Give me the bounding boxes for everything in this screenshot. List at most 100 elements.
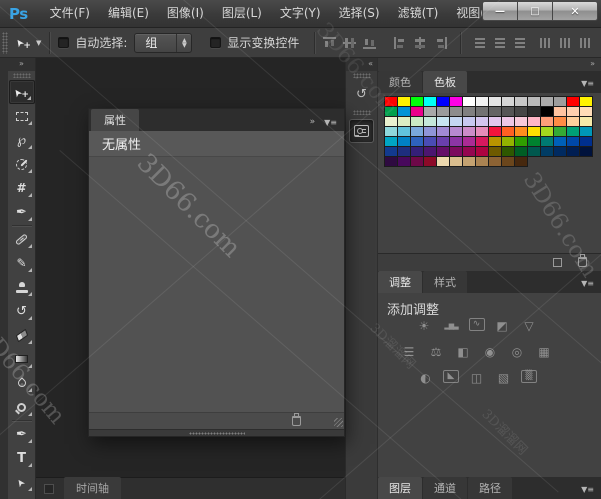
panels-collapse-icon[interactable]: » bbox=[378, 58, 601, 71]
align-horizontal-centers-icon[interactable] bbox=[414, 37, 427, 49]
color-swatch[interactable] bbox=[489, 137, 501, 146]
dock-grip[interactable] bbox=[353, 73, 371, 78]
color-swatch[interactable] bbox=[489, 147, 501, 156]
tab-swatches[interactable]: 色板 bbox=[423, 71, 467, 93]
maximize-button[interactable]: □ bbox=[517, 1, 552, 21]
move-tool[interactable]: ➤+ bbox=[9, 80, 35, 104]
color-swatch[interactable] bbox=[437, 137, 449, 146]
color-swatch[interactable] bbox=[411, 97, 423, 106]
properties-panel-button[interactable] bbox=[349, 119, 374, 143]
color-swatch[interactable] bbox=[528, 117, 540, 126]
color-swatch[interactable] bbox=[424, 127, 436, 136]
distribute-top-edges-icon[interactable] bbox=[474, 37, 487, 49]
color-swatch[interactable] bbox=[567, 147, 579, 156]
color-swatch[interactable] bbox=[515, 97, 527, 106]
color-swatch[interactable] bbox=[515, 117, 527, 126]
color-swatch[interactable] bbox=[502, 137, 514, 146]
color-swatch[interactable] bbox=[437, 117, 449, 126]
close-button[interactable]: ✕ bbox=[552, 1, 598, 21]
color-swatch[interactable] bbox=[541, 147, 553, 156]
auto-select-checkbox[interactable] bbox=[58, 37, 69, 48]
color-swatch[interactable] bbox=[554, 97, 566, 106]
exposure-adjustment-icon[interactable]: ◩ bbox=[493, 318, 512, 334]
color-swatch[interactable] bbox=[476, 137, 488, 146]
color-swatch[interactable] bbox=[515, 147, 527, 156]
color-swatch[interactable] bbox=[385, 147, 397, 156]
eyedropper-tool[interactable]: ✒ bbox=[9, 200, 35, 224]
color-swatch[interactable] bbox=[567, 127, 579, 136]
color-swatch[interactable] bbox=[580, 107, 592, 116]
clone-stamp-tool[interactable] bbox=[9, 275, 35, 299]
distribute-vertical-centers-icon[interactable] bbox=[494, 37, 507, 49]
rectangular-marquee-tool[interactable] bbox=[9, 104, 35, 128]
channel-mixer-adjustment-icon[interactable]: ◎ bbox=[508, 344, 527, 360]
color-swatch[interactable] bbox=[554, 117, 566, 126]
color-swatch[interactable] bbox=[554, 147, 566, 156]
color-swatch[interactable] bbox=[463, 127, 475, 136]
color-swatch[interactable] bbox=[567, 97, 579, 106]
menu-item-2[interactable]: 图像(I) bbox=[158, 0, 213, 27]
panel-collapse-icon[interactable]: » bbox=[310, 118, 316, 127]
color-swatch[interactable] bbox=[424, 117, 436, 126]
color-swatch[interactable] bbox=[437, 107, 449, 116]
spot-healing-brush-tool[interactable] bbox=[9, 227, 35, 251]
color-swatch[interactable] bbox=[489, 157, 501, 166]
color-swatch[interactable] bbox=[398, 157, 410, 166]
color-swatch[interactable] bbox=[385, 137, 397, 146]
color-swatch[interactable] bbox=[567, 137, 579, 146]
color-swatch[interactable] bbox=[580, 137, 592, 146]
color-swatch[interactable] bbox=[398, 127, 410, 136]
black-white-adjustment-icon[interactable]: ◧ bbox=[454, 344, 473, 360]
color-swatch[interactable] bbox=[424, 137, 436, 146]
distribute-horizontal-centers-icon[interactable] bbox=[559, 37, 572, 49]
color-swatch[interactable] bbox=[463, 137, 475, 146]
color-swatch[interactable] bbox=[411, 137, 423, 146]
color-swatch[interactable] bbox=[528, 127, 540, 136]
color-swatch[interactable] bbox=[580, 97, 592, 106]
panel-menu-icon[interactable]: ▼≡ bbox=[324, 119, 337, 127]
brush-tool[interactable]: ✎ bbox=[9, 251, 35, 275]
color-swatch[interactable] bbox=[476, 117, 488, 126]
distribute-right-edges-icon[interactable] bbox=[579, 37, 592, 49]
color-swatch[interactable] bbox=[450, 157, 462, 166]
color-swatch[interactable] bbox=[450, 117, 462, 126]
color-swatch[interactable] bbox=[489, 117, 501, 126]
color-swatch[interactable] bbox=[554, 127, 566, 136]
color-swatch[interactable] bbox=[528, 137, 540, 146]
menu-item-0[interactable]: 文件(F) bbox=[41, 0, 99, 27]
color-swatch[interactable] bbox=[385, 117, 397, 126]
path-selection-tool[interactable]: ➤ bbox=[9, 470, 35, 494]
color-swatch[interactable] bbox=[463, 157, 475, 166]
color-swatch[interactable] bbox=[489, 107, 501, 116]
tab-styles[interactable]: 样式 bbox=[423, 271, 467, 293]
color-swatch[interactable] bbox=[385, 127, 397, 136]
color-swatch[interactable] bbox=[450, 137, 462, 146]
color-swatch[interactable] bbox=[528, 107, 540, 116]
color-swatch[interactable] bbox=[424, 107, 436, 116]
menu-item-5[interactable]: 选择(S) bbox=[330, 0, 389, 27]
blur-tool[interactable] bbox=[9, 371, 35, 395]
color-swatch[interactable] bbox=[437, 147, 449, 156]
color-swatch[interactable] bbox=[515, 127, 527, 136]
properties-panel-header[interactable]: 属性 » ▼≡ bbox=[89, 109, 344, 131]
dock-grip[interactable] bbox=[353, 110, 371, 115]
dock-expand-icon[interactable]: « bbox=[346, 58, 377, 71]
delete-swatch-icon[interactable] bbox=[578, 257, 587, 267]
color-swatch[interactable] bbox=[450, 97, 462, 106]
align-left-edges-icon[interactable] bbox=[394, 37, 407, 49]
menu-item-4[interactable]: 文字(Y) bbox=[271, 0, 330, 27]
distribute-left-edges-icon[interactable] bbox=[539, 37, 552, 49]
color-swatch[interactable] bbox=[398, 137, 410, 146]
type-tool[interactable]: T bbox=[9, 446, 35, 470]
minimize-button[interactable]: — bbox=[482, 1, 517, 21]
color-swatch[interactable] bbox=[424, 97, 436, 106]
color-lookup-adjustment-icon[interactable]: ▦ bbox=[535, 344, 554, 360]
color-swatch[interactable] bbox=[411, 117, 423, 126]
hue-saturation-adjustment-icon[interactable]: ☰ bbox=[400, 344, 419, 360]
color-swatch[interactable] bbox=[411, 107, 423, 116]
color-swatch[interactable] bbox=[515, 157, 527, 166]
color-swatch[interactable] bbox=[424, 147, 436, 156]
color-swatch[interactable] bbox=[502, 107, 514, 116]
auto-select-dropdown[interactable]: 组 ▲▼ bbox=[134, 33, 192, 53]
selective-color-adjustment-icon[interactable]: ▒ bbox=[521, 370, 537, 383]
